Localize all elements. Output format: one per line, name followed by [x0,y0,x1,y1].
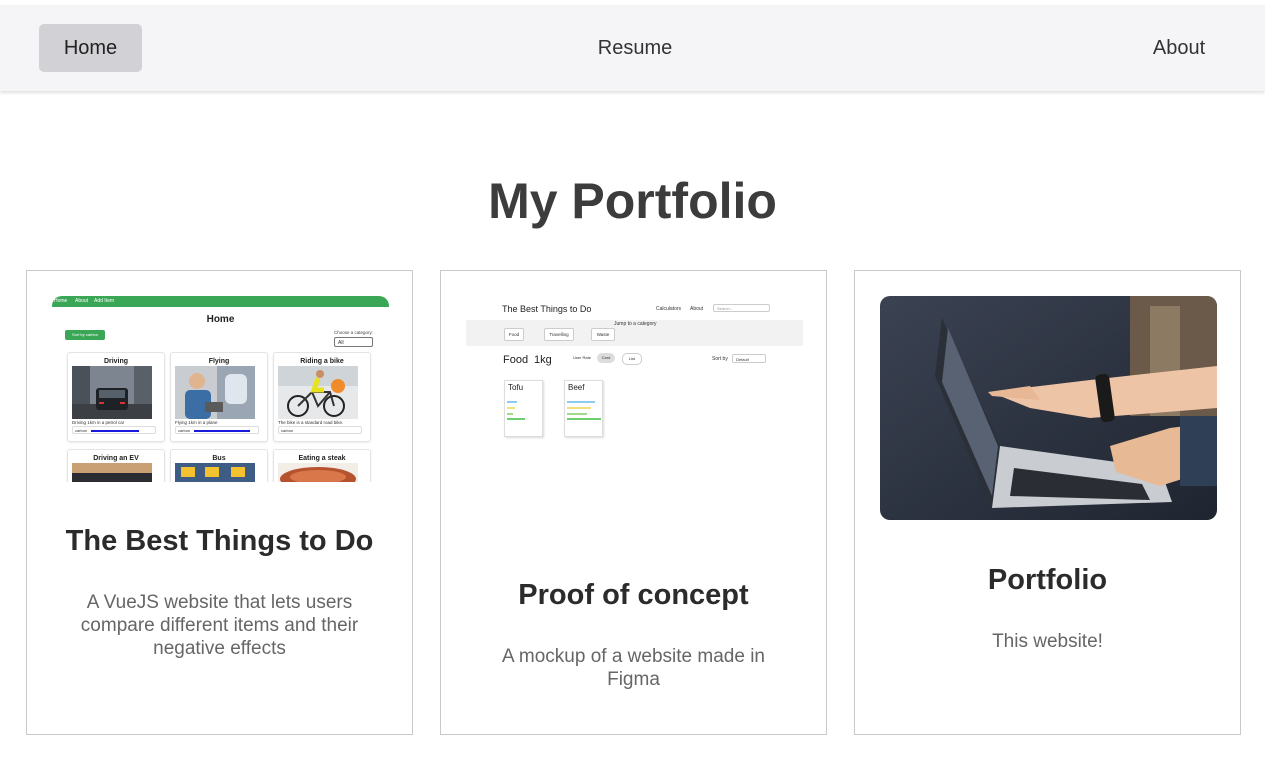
card-title: Proof of concept [518,579,749,611]
thumbnail-item-title: Bus [212,455,226,462]
thumbnail-nav-add-item: Add Item [94,298,115,304]
thumbnail-item-card: Bus [170,449,268,482]
thumbnail-food-heading: Food [503,354,529,366]
thumbnail-item-text: Flying 1km in a plane [175,420,218,425]
thumbnail-jump-label: Jump to a category [614,321,657,327]
thumbnail-chip-travelling: Travelling [544,328,574,341]
project-card-portfolio[interactable]: Portfolio This website! [854,270,1241,735]
thumbnail-item-title: Flying [208,358,230,365]
thumbnail-toggle-list: List [622,353,642,365]
card-description: A mockup of a website made in Figma [502,646,765,690]
thumbnail-item-card: Flying Flying 1km in a plane carbon [170,352,268,442]
thumbnail-carbon-meter: carbon [278,426,362,434]
thumbnail-item-card: Riding a bike The bike is a standard roa… [273,352,371,442]
thumbnail-toggle-card: Card [597,353,615,363]
thumbnail-sort-select: Default [732,354,766,363]
bus-photo [175,463,255,482]
thumbnail-carbon-meter: carbon [175,426,259,434]
thumbnail-item-title: Riding a bike [300,358,344,365]
project-thumbnail-figma: The Best Things to Do Calculators About … [466,296,803,482]
thumbnail-heading: Home [206,314,235,325]
page-title: My Portfolio [488,173,777,229]
card-description: A VueJS website that lets users compare … [80,592,359,659]
thumbnail-nav-calculators: Calculators [656,306,682,312]
thumbnail-item-text: Driving 1km in a petrol car [72,420,125,425]
card-title: The Best Things to Do [65,525,374,557]
laptop-photo [880,296,1217,520]
steak-photo [278,463,358,482]
thumbnail-item-card: Beef [564,380,603,437]
thumbnail-nav-home: Home [54,298,68,304]
thumbnail-search-input: Search... [713,304,770,312]
thumbnail-nav-about: About [690,306,704,312]
thumbnail-navbar: Home About Add Item [52,296,389,307]
thumbnail-item-card: Driving an EV [67,449,165,482]
ev-photo [72,463,152,482]
thumbnail-weight: 1kg [534,354,552,366]
top-nav: Home Resume About [0,5,1265,91]
nav-about-button[interactable]: About [1135,24,1223,72]
thumbnail-choose-label: Choose a category: [334,330,374,335]
thumbnail-chip-waste: Waste [591,328,615,341]
thumbnail-item-card: Tofu [504,380,543,437]
thumbnail-category-select: All [334,337,373,347]
card-description: This website! [992,631,1103,652]
thumbnail-sort-label: Sort by [712,356,728,362]
thumbnail-nav-about: About [75,298,89,304]
thumbnail-toggle-user-rate: User Rate [572,355,591,360]
thumbnail-item-title: Beef [568,383,585,392]
thumbnail-item-card: Driving Driving 1km in a petrol car carb… [67,352,165,442]
thumbnail-carbon-meter: carbon [72,426,156,434]
thumbnail-site-title: The Best Things to Do [502,304,592,314]
plane-passenger-photo [175,366,255,419]
thumbnail-item-title: Driving an EV [93,455,139,462]
thumbnail-item-title: Tofu [508,383,524,392]
thumbnail-chip-food: Food [504,328,524,341]
project-card-best-things[interactable]: Home About Add Item Home Sort by carbon … [26,270,413,735]
nav-home-button[interactable]: Home [39,24,142,72]
thumbnail-item-text: The bike is a standard road bike. [278,420,344,425]
thumbnail-item-title: Driving [103,358,129,365]
thumbnail-item-card: Eating a steak [273,449,371,482]
car-photo [72,366,152,419]
card-title: Portfolio [987,564,1108,596]
nav-resume-button[interactable]: Resume [580,24,690,72]
thumbnail-sort-button: Sort by carbon [65,330,105,340]
project-card-proof-of-concept[interactable]: The Best Things to Do Calculators About … [440,270,827,735]
bicycle-photo [278,366,358,419]
thumbnail-item-title: Eating a steak [298,455,346,462]
project-thumbnail-vuejs: Home About Add Item Home Sort by carbon … [52,296,389,482]
